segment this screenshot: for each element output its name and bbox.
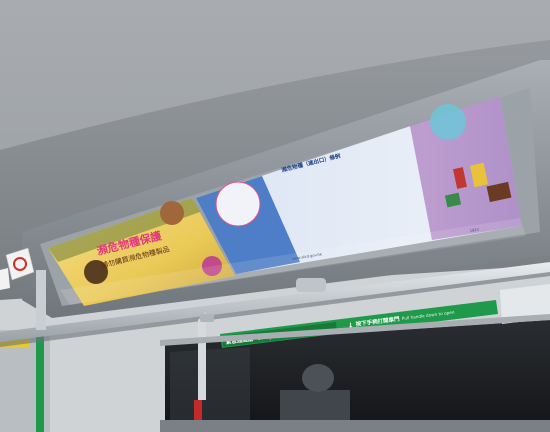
train-interior-photo: 瀕危物種保護 請勿購買瀕危物種製品 瀕危物種（進出口）條例 www.afcd.g… (0, 0, 550, 432)
window-frame-bottom (160, 420, 550, 432)
passenger-head (302, 364, 334, 392)
photo-canvas: 瀕危物種保護 請勿購買瀕危物種製品 瀕危物種（進出口）條例 www.afcd.g… (0, 0, 550, 432)
window-reflection (170, 347, 250, 432)
pole-mount (200, 314, 214, 322)
poster-right-animal (430, 104, 466, 140)
poster-right-seal (215, 181, 261, 227)
handrail-bracket-left (36, 270, 46, 330)
poster-left-bird (160, 201, 184, 225)
handrail-bracket-middle (296, 278, 326, 292)
door-green-strip (36, 336, 44, 432)
pole-upper-section (198, 312, 206, 400)
